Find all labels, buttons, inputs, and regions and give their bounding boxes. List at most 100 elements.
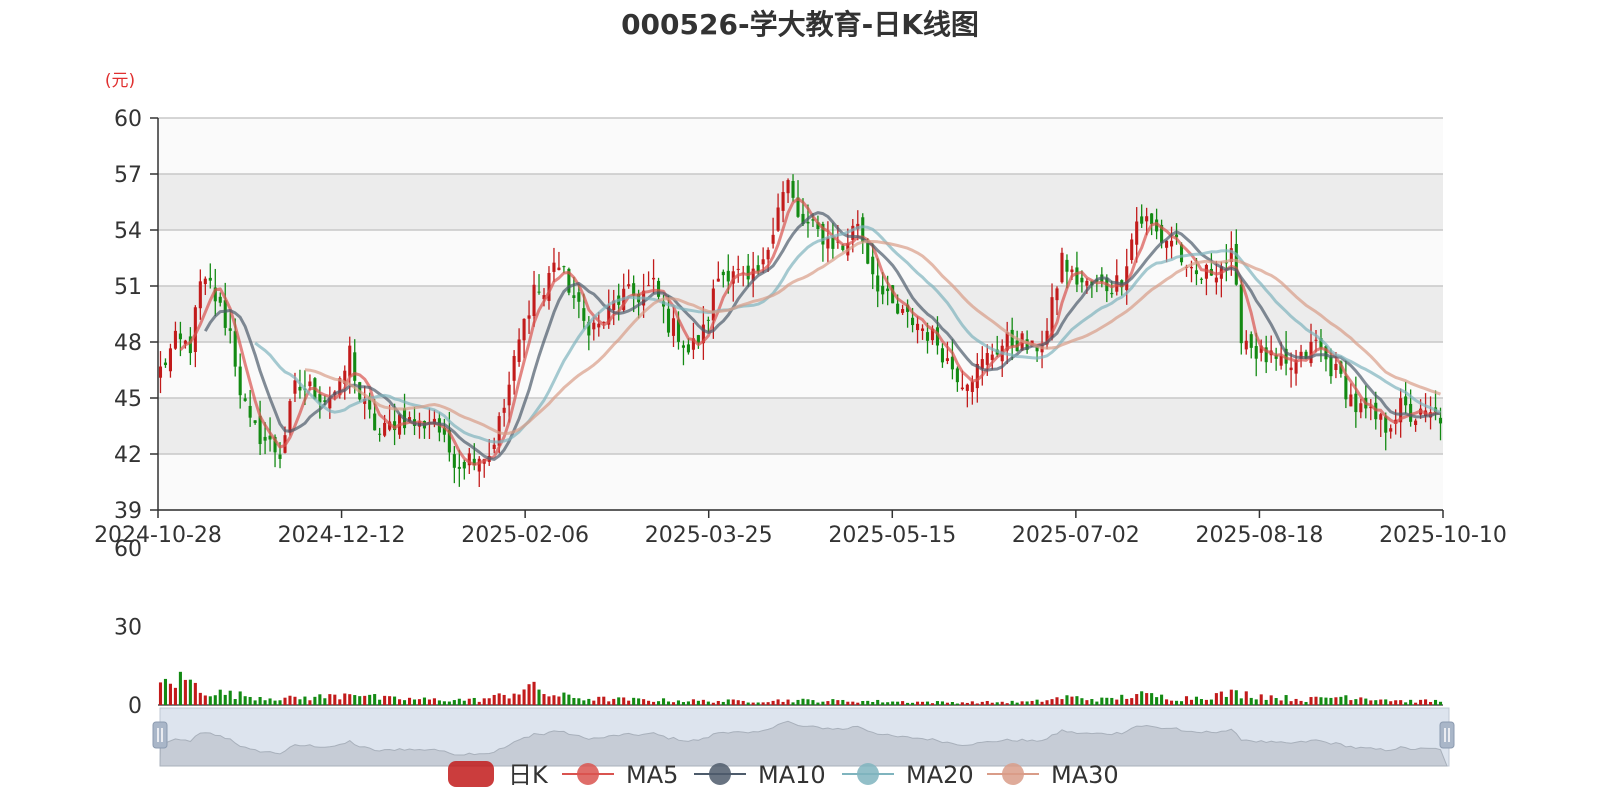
candle-body (1085, 280, 1089, 286)
candle-body (238, 366, 242, 396)
volume-bar (945, 702, 949, 705)
legend-label: MA20 (906, 761, 974, 789)
candle-body (452, 454, 456, 468)
volume-bar (263, 700, 267, 705)
volume-bar (393, 696, 397, 705)
candle-body (1234, 243, 1238, 285)
legend-dot (709, 763, 731, 785)
candle-body (726, 270, 730, 282)
volume-bar (671, 702, 676, 705)
volume-bar (1080, 698, 1084, 705)
volume-bar (906, 702, 910, 705)
candle-body (671, 318, 676, 336)
candle-body (1055, 288, 1059, 301)
volume-bar (522, 689, 526, 705)
volume-bar (233, 699, 237, 705)
candle-body (657, 280, 661, 297)
volume-bar (686, 701, 690, 705)
volume-bar (1284, 695, 1288, 705)
candle-body (557, 267, 561, 271)
volume-bar (1085, 700, 1089, 705)
volume-bar (980, 701, 984, 705)
volume-bar (378, 699, 382, 705)
volume-bar (955, 703, 959, 705)
volume-bar (1105, 697, 1109, 705)
volume-bar (920, 701, 925, 705)
volume-bar (567, 694, 571, 705)
volume-bar (188, 679, 192, 705)
volume-bar (338, 699, 342, 705)
candle-body (1244, 340, 1248, 350)
datazoom-slider[interactable] (152, 707, 1455, 767)
candle-body (652, 277, 656, 280)
legend-item-ma20[interactable]: MA20 (842, 761, 974, 789)
candle-body (627, 284, 631, 287)
volume-bar (1334, 697, 1338, 705)
volume-bar (652, 701, 656, 705)
volume-bar (935, 701, 940, 705)
volume-bar (1030, 700, 1034, 705)
volume-bar (1279, 700, 1283, 705)
volume-bar (716, 700, 720, 705)
x-tick-label: 2025-07-02 (1012, 523, 1140, 548)
candle-body (373, 413, 377, 431)
volume-bar (218, 689, 222, 705)
volume-bar (318, 694, 322, 705)
volume-bar (861, 701, 865, 705)
legend-dot (857, 763, 879, 785)
legend-item-ma30[interactable]: MA30 (987, 761, 1119, 789)
volume-bar (661, 698, 666, 705)
volume-bar (1090, 699, 1094, 705)
volume-bar (1065, 695, 1069, 705)
volume-bar (736, 700, 740, 705)
volume-bar (213, 695, 217, 705)
volume-bar (298, 699, 302, 705)
volume-bar (1314, 696, 1318, 705)
volume-bar (965, 702, 969, 705)
volume-bar (1130, 698, 1134, 705)
volume-bar (1399, 700, 1403, 705)
volume-bar (1404, 702, 1408, 705)
volume-bar (1229, 689, 1233, 705)
candle-body (218, 296, 222, 303)
volume-bar (1095, 701, 1099, 705)
volume-bar (1254, 699, 1258, 705)
legend-label: MA30 (1051, 761, 1119, 789)
candle-body (173, 330, 177, 349)
volume-bar (258, 697, 262, 705)
volume-bar (1289, 701, 1293, 705)
volume-bar (353, 695, 357, 705)
volume-bar (1389, 701, 1393, 705)
volume-bar (1424, 699, 1428, 705)
candle-body (537, 291, 541, 293)
volume-bar (1209, 699, 1213, 705)
slider-handle[interactable] (152, 721, 168, 749)
candle-body (1110, 292, 1114, 295)
candle-body (886, 288, 890, 292)
volume-bar (1189, 699, 1194, 705)
candle-body (791, 180, 795, 198)
volume-bar (856, 702, 860, 705)
candle-body (1189, 267, 1194, 269)
candle (1060, 247, 1064, 284)
candle-body (666, 308, 671, 333)
candle-body (1075, 267, 1079, 285)
volume-bar (1010, 700, 1014, 705)
candle-body (462, 461, 466, 469)
volume-bar (851, 701, 855, 705)
x-tick-label: 2024-12-12 (278, 523, 406, 548)
volume-bar (482, 698, 486, 705)
legend-item-ma10[interactable]: MA10 (694, 761, 826, 789)
volume-bar (592, 700, 596, 705)
volume-bar (1429, 701, 1433, 705)
volume-bar (826, 701, 830, 705)
volume-bar (328, 694, 332, 705)
candle-body (228, 328, 232, 331)
candle-body (1404, 396, 1408, 406)
candle-body (577, 292, 581, 302)
candle-body (1359, 403, 1363, 413)
volume-bar (771, 700, 775, 705)
volume-bar (831, 699, 835, 705)
candle-body (1438, 417, 1443, 424)
slider-handle[interactable] (1439, 721, 1455, 749)
